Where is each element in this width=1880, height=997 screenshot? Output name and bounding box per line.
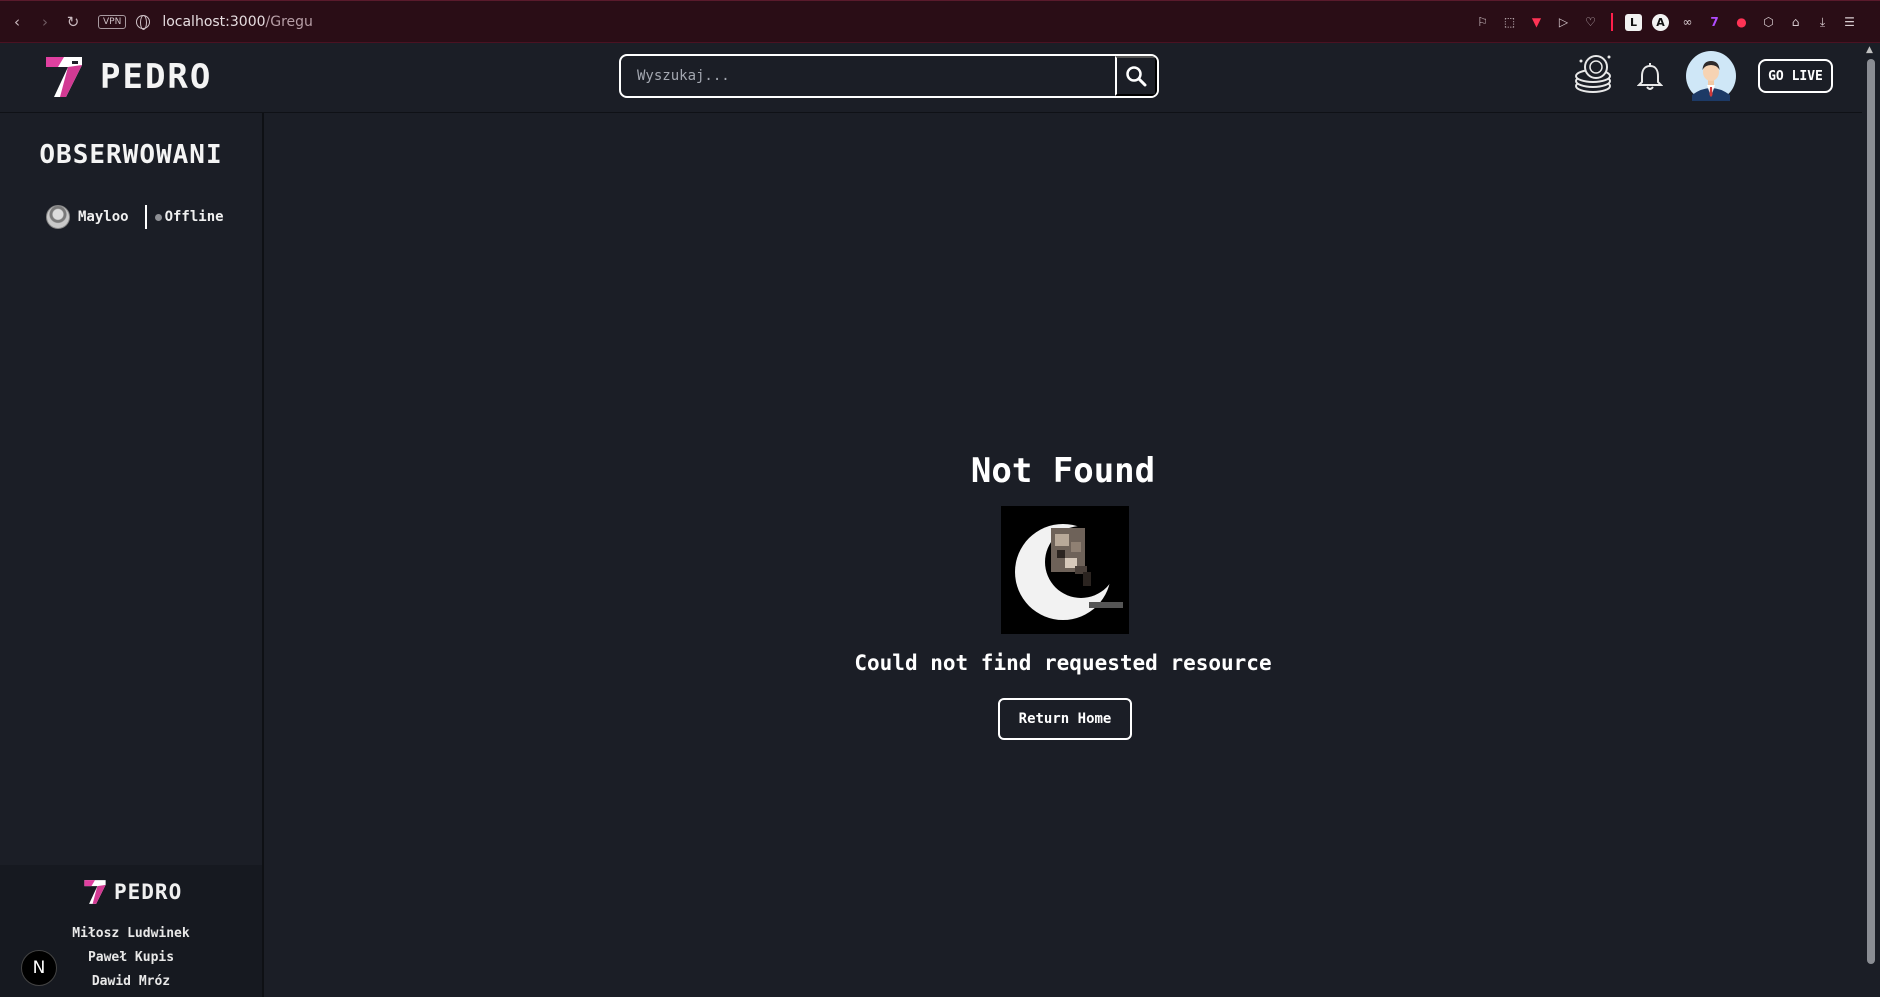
browser-toolbar: ‹ › ↻ VPN localhost:3000/Gregu ⚐ ⬚ ▼ ▷ ♡… <box>0 0 1880 43</box>
url-path: /Gregu <box>265 13 313 30</box>
coins-icon[interactable] <box>1572 53 1614 95</box>
search-icon <box>1126 66 1147 87</box>
nextjs-dev-badge[interactable]: N <box>21 950 57 986</box>
extension-glasses-icon[interactable]: ∞ <box>1679 14 1696 31</box>
footer-logo-icon <box>84 880 106 904</box>
puzzle-icon[interactable]: ⬡ <box>1760 14 1777 31</box>
extension-l-icon[interactable]: L <box>1625 13 1642 31</box>
scroll-up-icon[interactable]: ▲ <box>1866 45 1876 55</box>
logo[interactable]: PEDRO <box>42 55 212 99</box>
download-icon[interactable]: ⤓ <box>1814 14 1831 31</box>
go-live-button[interactable]: GO LIVE <box>1758 59 1833 93</box>
address-bar[interactable]: localhost:3000/Gregu <box>162 14 313 30</box>
author-name: Miłosz Ludwinek <box>72 926 190 941</box>
extension-purple-icon[interactable]: 7 <box>1706 14 1723 31</box>
url-host: localhost:3000 <box>162 13 266 30</box>
extension-red-icon[interactable]: ● <box>1733 14 1750 31</box>
reload-icon[interactable]: ↻ <box>62 11 84 33</box>
extension-icons: ⚐ ⬚ ▼ ▷ ♡ L A ∞ 7 ● ⬡ ⌂ ⤓ ☰ <box>1474 13 1858 31</box>
screenshot-icon[interactable]: ⬚ <box>1501 14 1518 31</box>
channel-avatar <box>46 205 70 229</box>
separator <box>144 205 147 229</box>
not-found-image <box>1001 506 1129 634</box>
bell-icon[interactable] <box>1637 63 1663 91</box>
search-button[interactable] <box>1115 56 1157 96</box>
app-header: PEDRO GO LIVE <box>0 43 1862 113</box>
error-message: Could not find requested resource <box>854 651 1272 675</box>
status-dot-icon <box>154 213 162 221</box>
heart-icon[interactable]: ♡ <box>1582 14 1599 31</box>
scrollbar[interactable]: ▲ <box>1862 43 1880 997</box>
search-input[interactable] <box>621 56 1115 96</box>
profile-icon[interactable]: ⌂ <box>1787 14 1804 31</box>
footer-logo: PEDRO <box>82 879 182 905</box>
followed-channel-item[interactable]: Mayloo Offline <box>46 204 224 230</box>
bookmark-icon[interactable]: ⚐ <box>1474 14 1491 31</box>
forward-icon[interactable]: › <box>34 11 56 33</box>
toolbar-divider <box>1611 13 1613 31</box>
channel-name: Mayloo <box>78 209 129 225</box>
logo-icon <box>46 57 82 97</box>
menu-icon[interactable]: ☰ <box>1841 14 1858 31</box>
logo-text: PEDRO <box>100 57 213 97</box>
vpn-badge[interactable]: VPN <box>98 14 127 29</box>
return-home-button[interactable]: Return Home <box>998 698 1132 740</box>
globe-icon <box>136 14 151 30</box>
channel-status: Offline <box>164 209 224 225</box>
scrollbar-thumb[interactable] <box>1867 59 1875 964</box>
extension-a-icon[interactable]: A <box>1652 13 1669 31</box>
avatar[interactable] <box>1686 51 1736 101</box>
search-bar <box>619 54 1159 98</box>
sidebar-footer: PEDRO Miłosz Ludwinek Paweł Kupis Dawid … <box>0 865 262 997</box>
back-icon[interactable]: ‹ <box>6 11 28 33</box>
main-content: Not Found Could not find requested resou… <box>264 113 1862 997</box>
page-title: Not Found <box>970 451 1156 491</box>
pocket-icon[interactable]: ▼ <box>1528 14 1545 31</box>
sidebar-title: OBSERWOWANI <box>39 140 223 170</box>
sidebar: OBSERWOWANI Mayloo Offline PEDRO Miłosz … <box>0 113 264 997</box>
footer-logo-text: PEDRO <box>114 880 183 904</box>
play-icon[interactable]: ▷ <box>1555 14 1572 31</box>
